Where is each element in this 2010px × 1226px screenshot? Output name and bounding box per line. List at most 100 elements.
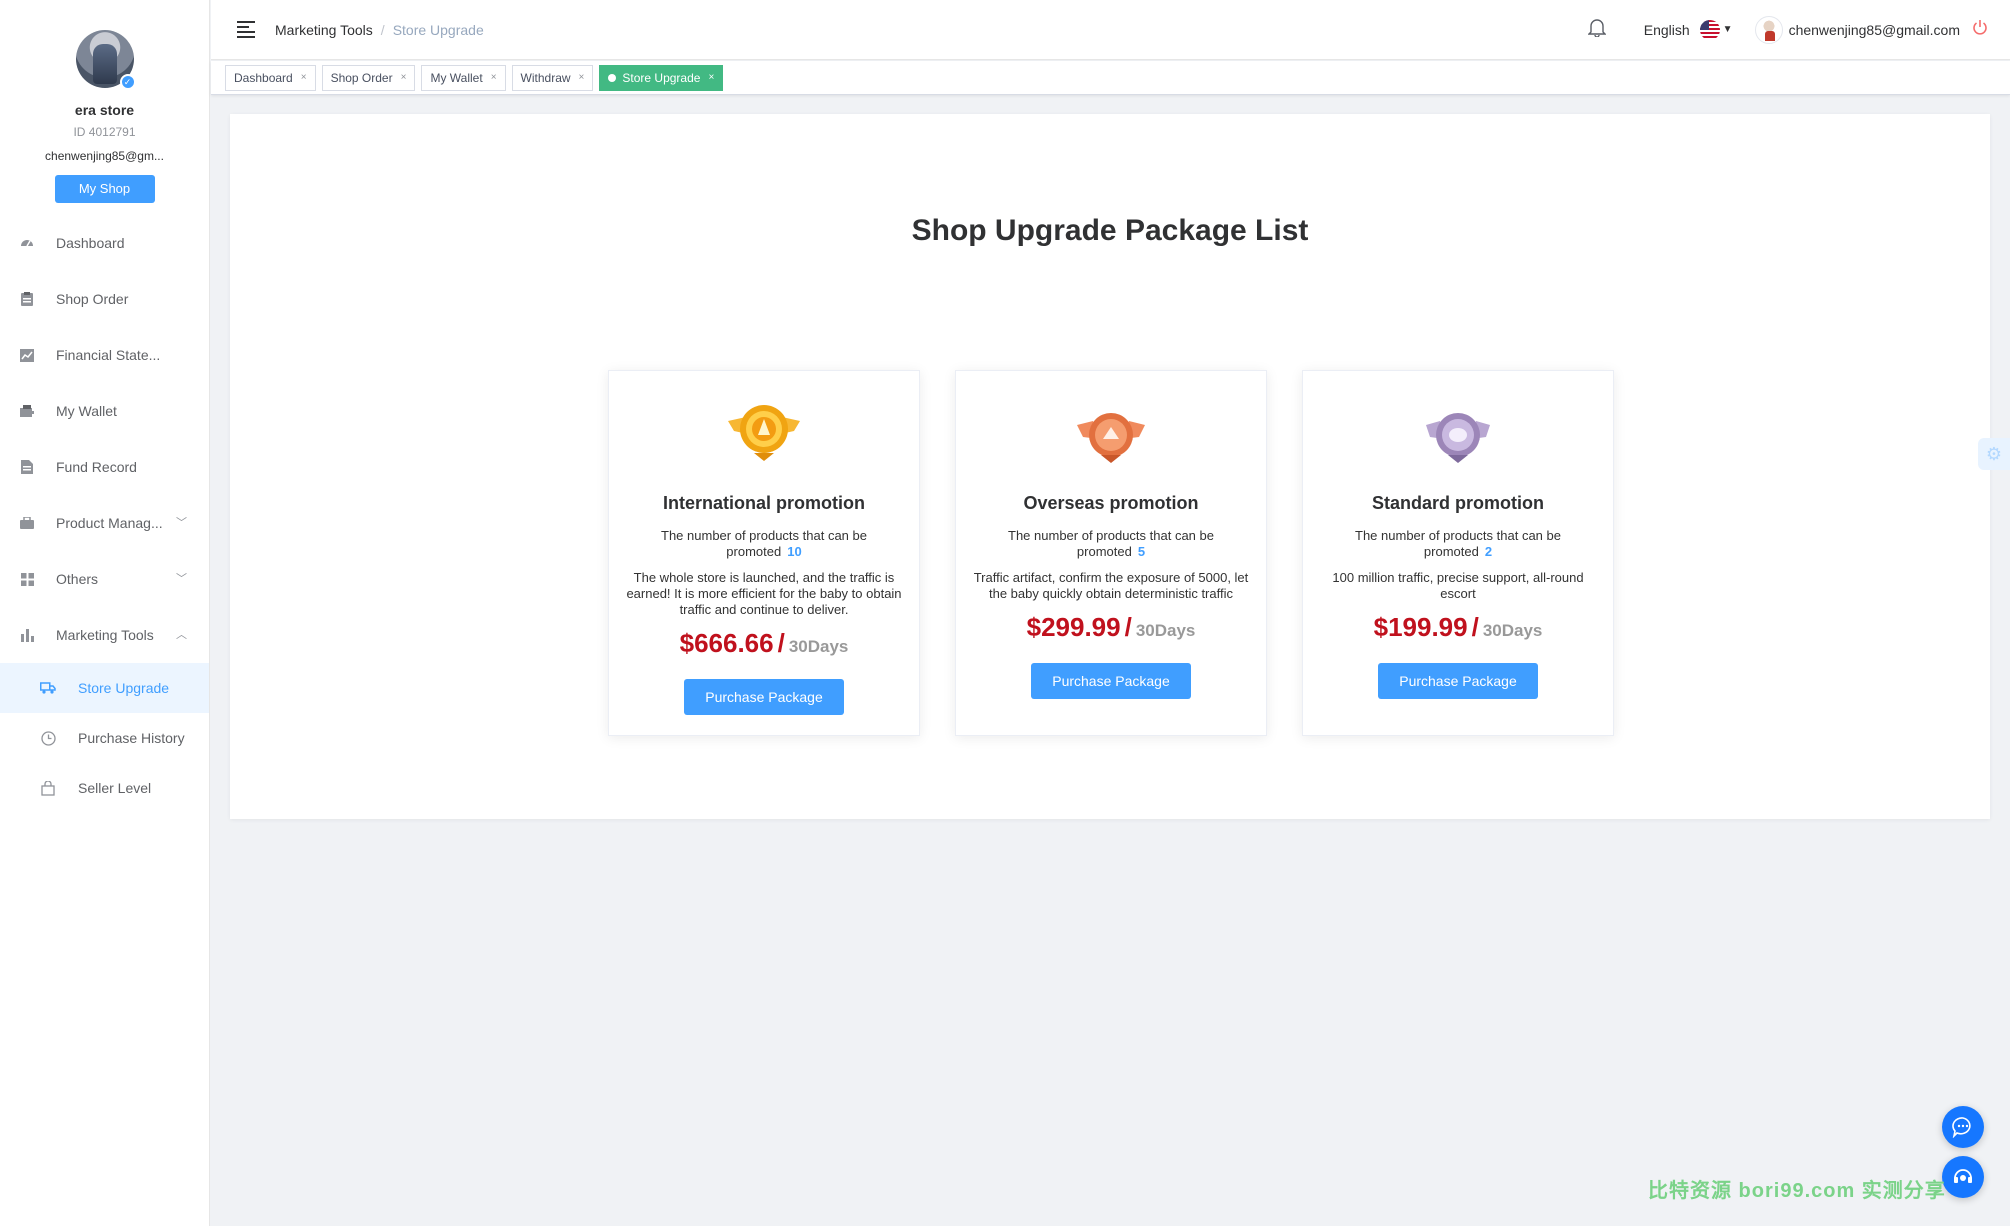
silver-medal-icon — [1418, 405, 1498, 477]
language-label[interactable]: English — [1644, 22, 1690, 38]
menu-toggle-icon[interactable] — [237, 18, 255, 41]
chevron-down-icon: ﹀ — [176, 573, 187, 585]
chat-icon[interactable] — [1942, 1106, 1984, 1148]
tag-label: Withdraw — [520, 70, 571, 85]
sidebar-item-marketing-tools[interactable]: Marketing Tools ︿ — [0, 607, 209, 663]
caret-down-icon[interactable]: ▼ — [1723, 24, 1733, 35]
chevron-down-icon: ﹀ — [176, 517, 187, 529]
avatar[interactable]: ✓ — [75, 30, 136, 90]
sidebar-item-product-management[interactable]: Product Manag... ﹀ — [0, 495, 209, 551]
package-price: $299.99/30Days — [956, 612, 1266, 643]
sidebar: ✓ era store ID 4012791 chenwenjing85@gm.… — [0, 0, 210, 1226]
sidebar-item-others[interactable]: Others ﹀ — [0, 551, 209, 607]
product-count: 10 — [787, 544, 802, 559]
breadcrumb: Marketing Tools / Store Upgrade — [275, 22, 484, 38]
sidebar-item-fund-record[interactable]: Fund Record — [0, 439, 209, 495]
price-period: 30Days — [1482, 621, 1543, 640]
bar-chart-icon — [20, 628, 34, 642]
profile-section: ✓ era store ID 4012791 chenwenjing85@gm.… — [0, 0, 209, 203]
count-label: The number of products that can be promo… — [661, 528, 867, 559]
price-slash: / — [777, 628, 785, 658]
sidebar-item-my-wallet[interactable]: My Wallet — [0, 383, 209, 439]
purchase-package-button[interactable]: Purchase Package — [1378, 663, 1538, 699]
tag-label: Dashboard — [234, 70, 293, 85]
store-id: ID 4012791 — [73, 125, 136, 139]
store-name: era store — [74, 102, 135, 118]
close-icon[interactable]: × — [491, 66, 497, 90]
sidebar-item-seller-level[interactable]: Seller Level — [0, 763, 209, 813]
close-icon[interactable]: × — [579, 66, 585, 90]
product-count-text: The number of products that can be promo… — [1331, 528, 1585, 560]
tag-dashboard[interactable]: Dashboard × — [225, 64, 316, 91]
sidebar-item-label: Others — [56, 571, 99, 587]
tag-shop-order[interactable]: Shop Order × — [321, 64, 416, 91]
avatar-figure — [92, 44, 117, 84]
sidebar-item-label: My Wallet — [56, 403, 117, 419]
package-price: $666.66/30Days — [609, 628, 919, 659]
tag-my-wallet[interactable]: My Wallet × — [421, 64, 506, 91]
briefcase-icon — [20, 516, 34, 530]
tag-withdraw[interactable]: Withdraw × — [511, 64, 594, 91]
package-name: Overseas promotion — [1023, 493, 1199, 513]
dashboard-icon — [20, 236, 34, 250]
sidebar-item-shop-order[interactable]: Shop Order — [0, 271, 209, 327]
package-description: Traffic artifact, confirm the exposure o… — [973, 570, 1249, 601]
settings-gear-icon[interactable]: ⚙ — [1978, 438, 2010, 470]
purchase-package-button[interactable]: Purchase Package — [684, 679, 844, 715]
store-email: chenwenjing85@gm... — [45, 149, 164, 163]
close-icon[interactable]: × — [708, 66, 714, 90]
breadcrumb-parent[interactable]: Marketing Tools — [275, 22, 373, 38]
tags-view: Dashboard × Shop Order × My Wallet × Withdr… — [211, 61, 2010, 95]
package-card: Overseas promotion The number of product… — [955, 370, 1267, 736]
package-price: $199.99/30Days — [1303, 612, 1613, 643]
price-slash: / — [1471, 612, 1479, 642]
sidebar-item-dashboard[interactable]: Dashboard — [0, 215, 209, 271]
main-panel: Shop Upgrade Package List International … — [230, 114, 1990, 819]
chevron-up-icon: ︿ — [176, 629, 187, 641]
shopping-bag-icon — [40, 780, 56, 796]
close-icon[interactable]: × — [401, 66, 407, 90]
chart-icon — [20, 348, 34, 362]
package-card: Standard promotion The number of product… — [1302, 370, 1614, 736]
package-name: International promotion — [663, 493, 865, 513]
clipboard-icon — [20, 292, 34, 306]
verified-icon: ✓ — [119, 74, 136, 90]
price-amount: $199.99 — [1373, 612, 1468, 642]
sidebar-item-store-upgrade[interactable]: Store Upgrade — [0, 663, 209, 713]
my-shop-button[interactable]: My Shop — [54, 175, 155, 203]
sidebar-item-label: Seller Level — [78, 780, 152, 796]
package-card: International promotion The number of pr… — [608, 370, 920, 736]
sidebar-item-financial-statement[interactable]: Financial State... — [0, 327, 209, 383]
document-icon — [20, 460, 34, 474]
price-slash: / — [1124, 612, 1132, 642]
product-count-text: The number of products that can be promo… — [637, 528, 891, 560]
purchase-package-button[interactable]: Purchase Package — [1031, 663, 1191, 699]
us-flag-icon[interactable] — [1699, 19, 1720, 40]
grid-icon — [20, 572, 34, 586]
clock-icon — [40, 730, 56, 746]
sidebar-item-purchase-history[interactable]: Purchase History — [0, 713, 209, 763]
user-email[interactable]: chenwenjing85@gmail.com — [1789, 22, 1960, 38]
tag-store-upgrade[interactable]: Store Upgrade × — [599, 64, 724, 91]
wallet-icon — [20, 404, 34, 418]
sidebar-item-label: Dashboard — [56, 235, 125, 251]
sidebar-item-label: Shop Order — [56, 291, 129, 307]
customer-service-icon[interactable] — [1942, 1156, 1984, 1198]
price-period: 30Days — [1135, 621, 1196, 640]
power-icon[interactable] — [1972, 19, 1988, 40]
sidebar-item-label: Store Upgrade — [78, 680, 170, 696]
product-count: 5 — [1137, 544, 1146, 559]
price-amount: $299.99 — [1026, 612, 1121, 642]
topbar-right: English ▼ chenwenjing85@gmail.com — [1587, 15, 1988, 44]
tag-label: Shop Order — [330, 70, 393, 85]
top-navbar: Marketing Tools / Store Upgrade English ▼ … — [211, 0, 2010, 60]
sidebar-item-label: Fund Record — [56, 459, 137, 475]
user-avatar[interactable] — [1754, 15, 1783, 44]
breadcrumb-separator: / — [380, 21, 385, 38]
price-period: 30Days — [788, 637, 849, 656]
close-icon[interactable]: × — [301, 66, 307, 90]
gold-medal-icon — [724, 397, 804, 469]
package-description: 100 million traffic, precise support, al… — [1332, 570, 1584, 601]
watermark: 比特资源 bori99.com 实测分享 — [1648, 1180, 1946, 1202]
bell-icon[interactable] — [1587, 17, 1607, 42]
